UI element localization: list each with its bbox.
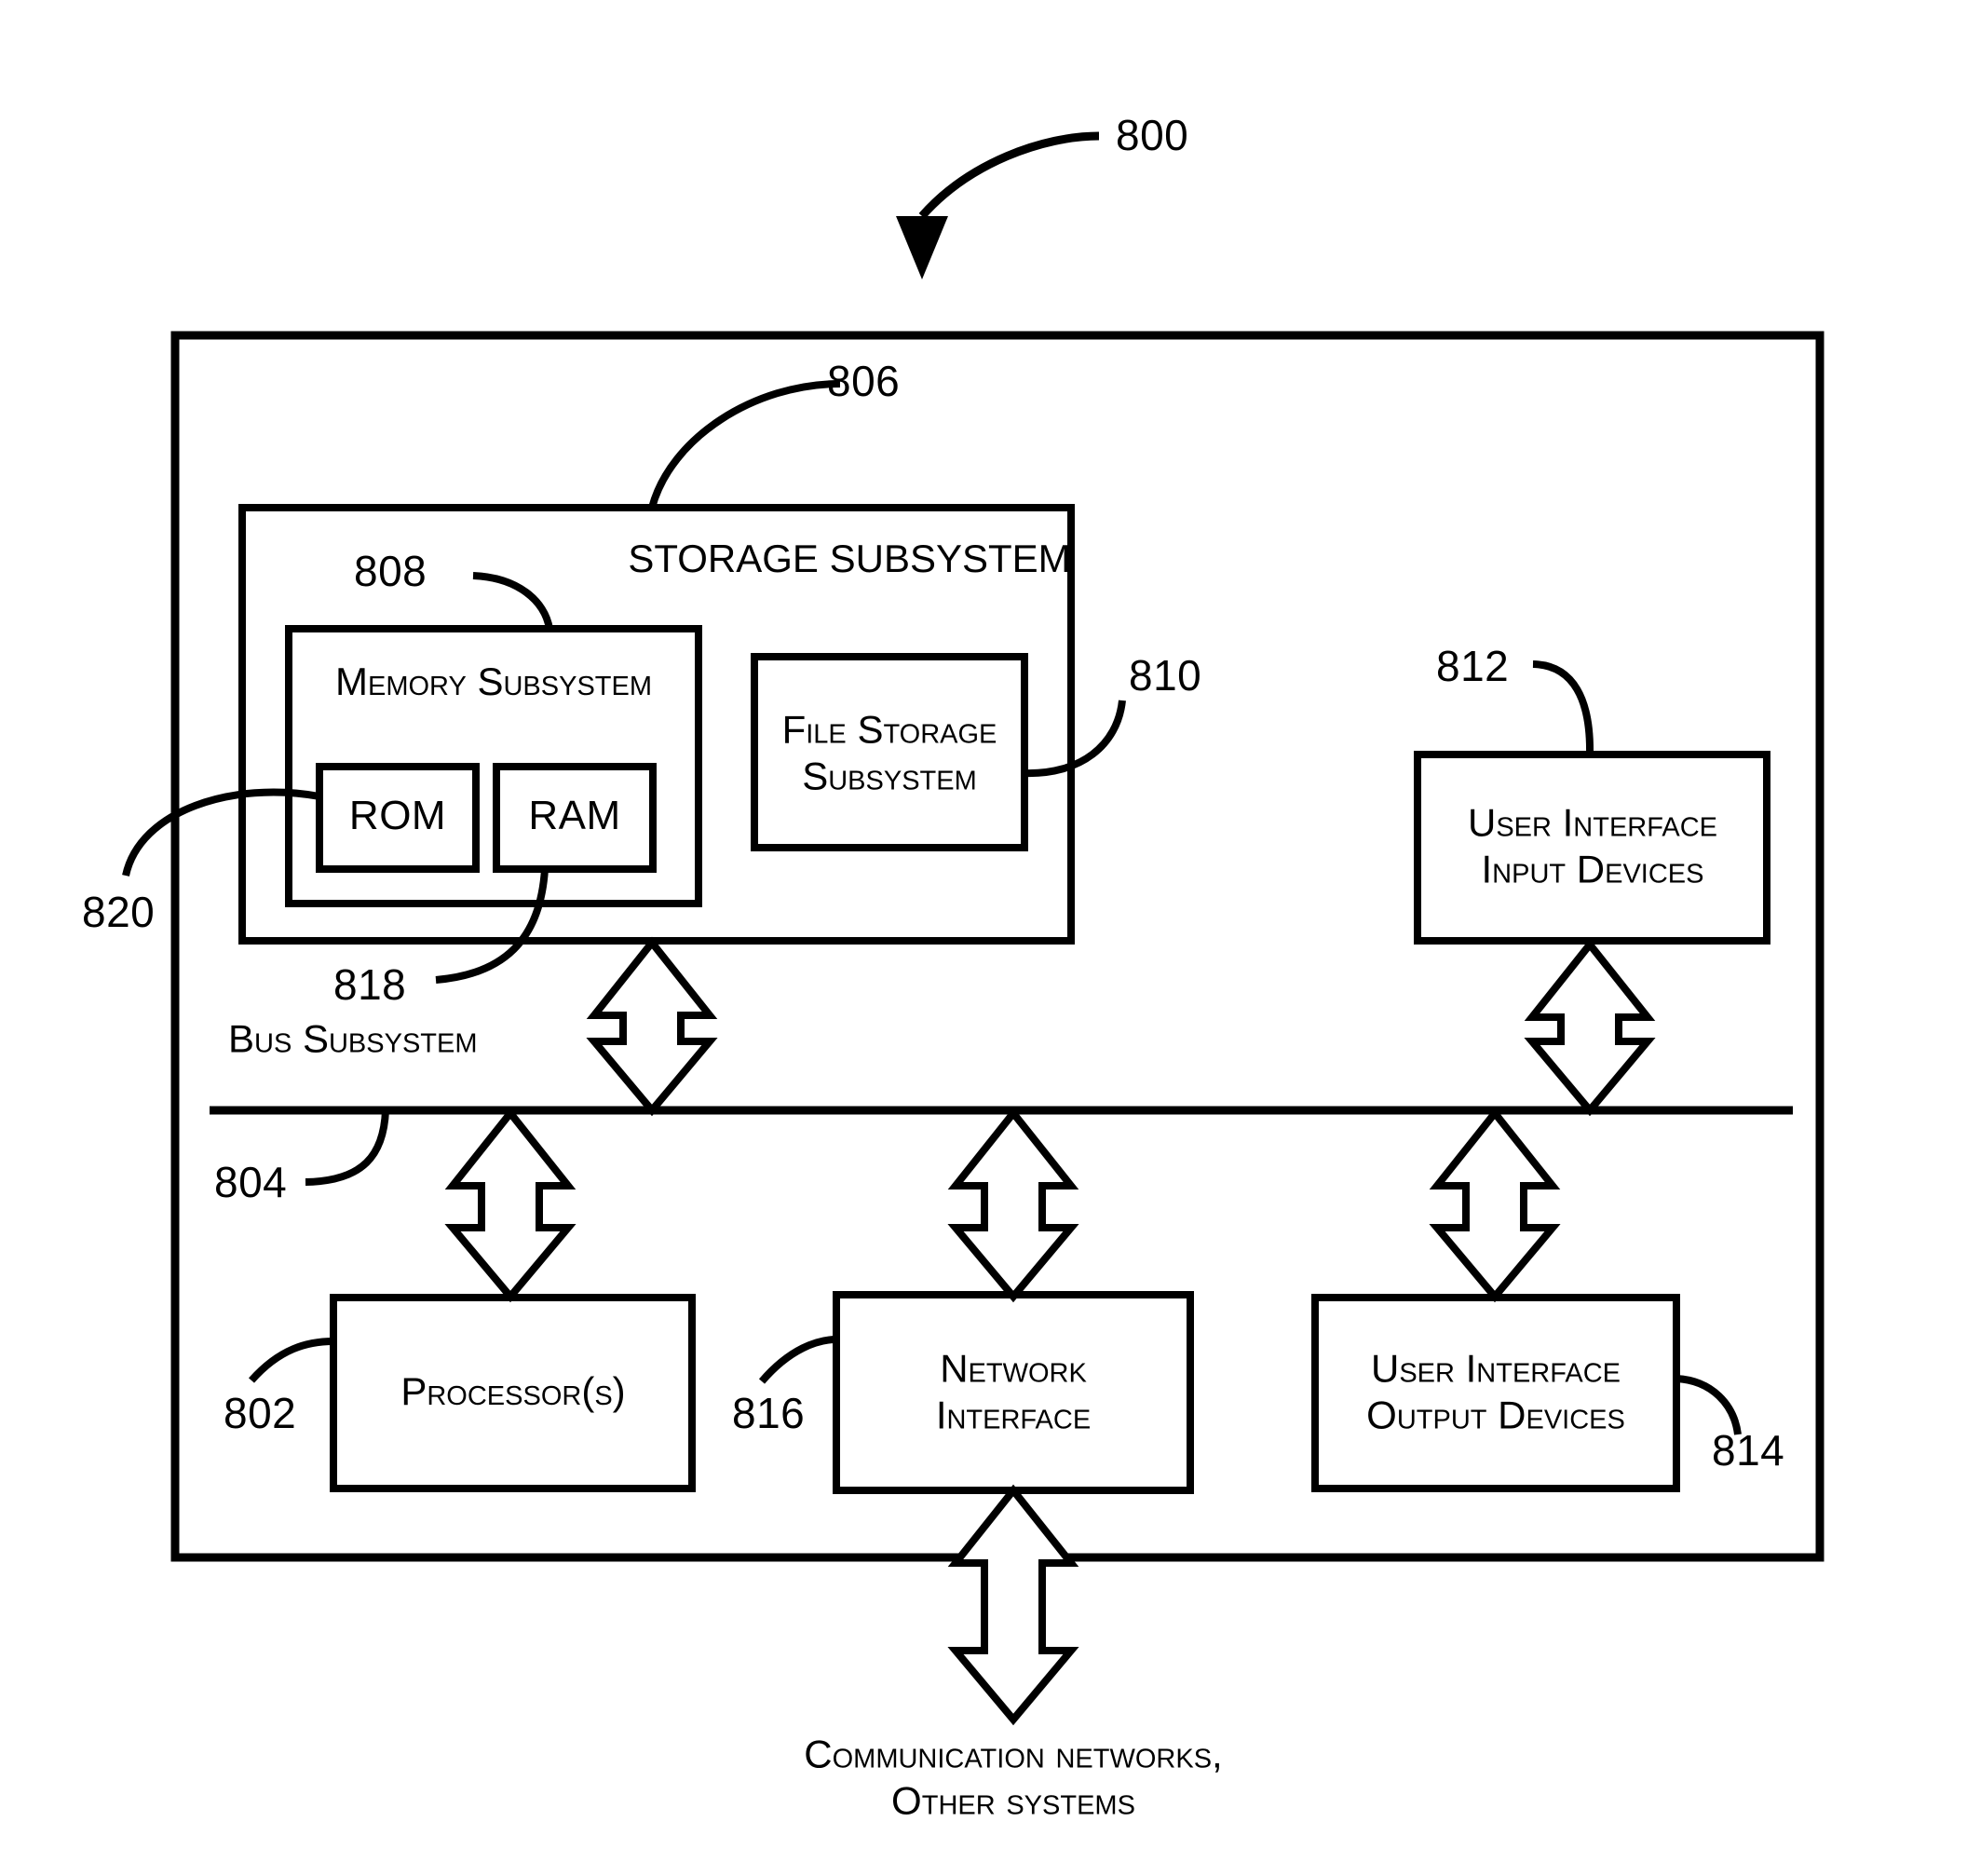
ref-806: 806 bbox=[827, 357, 901, 405]
network-interface-label: Network Interface bbox=[936, 1345, 1091, 1437]
leader-806 bbox=[648, 380, 841, 510]
processors-label: Processor(s) bbox=[400, 1368, 625, 1415]
storage-subsystem-label-text: Storage Subsystem bbox=[628, 537, 1071, 581]
arrowhead-800 bbox=[896, 216, 948, 279]
bus-subsystem-label: Bus Subsystem bbox=[228, 1015, 478, 1062]
arrow-bus-to-network bbox=[947, 1107, 1079, 1303]
file-storage-subsystem-line1: File Storage bbox=[781, 707, 997, 752]
file-storage-subsystem-line2: Subsystem bbox=[802, 754, 977, 797]
leader-804 bbox=[305, 1109, 389, 1186]
bus-subsystem-label-text: Bus Subsystem bbox=[228, 1016, 478, 1061]
ui-input-devices-line2: Input Devices bbox=[1481, 847, 1704, 890]
ui-output-devices-line2: Output Devices bbox=[1366, 1393, 1625, 1436]
ref-820: 820 bbox=[82, 888, 156, 936]
external-systems-caption-line2: Other systems bbox=[891, 1778, 1135, 1822]
file-storage-subsystem-label: File Storage Subsystem bbox=[782, 706, 997, 798]
ref-802: 802 bbox=[224, 1389, 297, 1437]
ram-label: RAM bbox=[528, 793, 621, 839]
arrow-network-to-external bbox=[947, 1484, 1079, 1726]
arrow-uiinput-to-bus bbox=[1524, 938, 1656, 1117]
leader-816 bbox=[758, 1336, 837, 1384]
ui-input-devices-line1: User Interface bbox=[1468, 800, 1717, 845]
arrow-storage-to-bus bbox=[586, 936, 718, 1117]
leader-808 bbox=[472, 572, 553, 630]
processors-label-text: Processor(s) bbox=[400, 1369, 626, 1414]
leader-818 bbox=[435, 868, 549, 984]
external-systems-caption-line1: Communication networks, bbox=[804, 1732, 1223, 1776]
memory-subsystem-label: Memory Subsystem bbox=[335, 659, 652, 705]
ui-output-devices-label: User Interface Output Devices bbox=[1366, 1345, 1625, 1437]
ref-818: 818 bbox=[333, 960, 407, 1009]
ref-810: 810 bbox=[1129, 651, 1202, 700]
ref-804: 804 bbox=[214, 1158, 288, 1206]
arrow-bus-to-uioutput bbox=[1429, 1107, 1561, 1303]
ui-input-devices-label: User Interface Input Devices bbox=[1468, 799, 1717, 891]
leader-812 bbox=[1532, 660, 1594, 755]
ref-814: 814 bbox=[1712, 1426, 1785, 1475]
ref-808: 808 bbox=[354, 547, 427, 595]
rom-label: ROM bbox=[348, 793, 447, 839]
ref-816: 816 bbox=[732, 1389, 806, 1437]
leader-800 bbox=[918, 131, 1100, 219]
figure-line-art bbox=[122, 131, 1825, 1726]
storage-subsystem-label: Storage Subsystem bbox=[628, 536, 1070, 582]
memory-subsystem-label-text: Memory Subsystem bbox=[334, 659, 653, 704]
arrow-bus-to-processors bbox=[444, 1107, 577, 1303]
network-interface-line2: Interface bbox=[935, 1393, 1092, 1436]
leader-802 bbox=[249, 1338, 334, 1383]
patent-figure-page: 800 806 Storage Subsystem 808 Memory Sub… bbox=[0, 0, 1967, 1876]
network-interface-line1: Network bbox=[940, 1346, 1087, 1391]
ref-812: 812 bbox=[1436, 642, 1510, 690]
ref-800: 800 bbox=[1116, 111, 1189, 159]
external-systems-caption: Communication networks, Other systems bbox=[804, 1731, 1222, 1823]
ui-output-devices-line1: User Interface bbox=[1371, 1346, 1621, 1391]
